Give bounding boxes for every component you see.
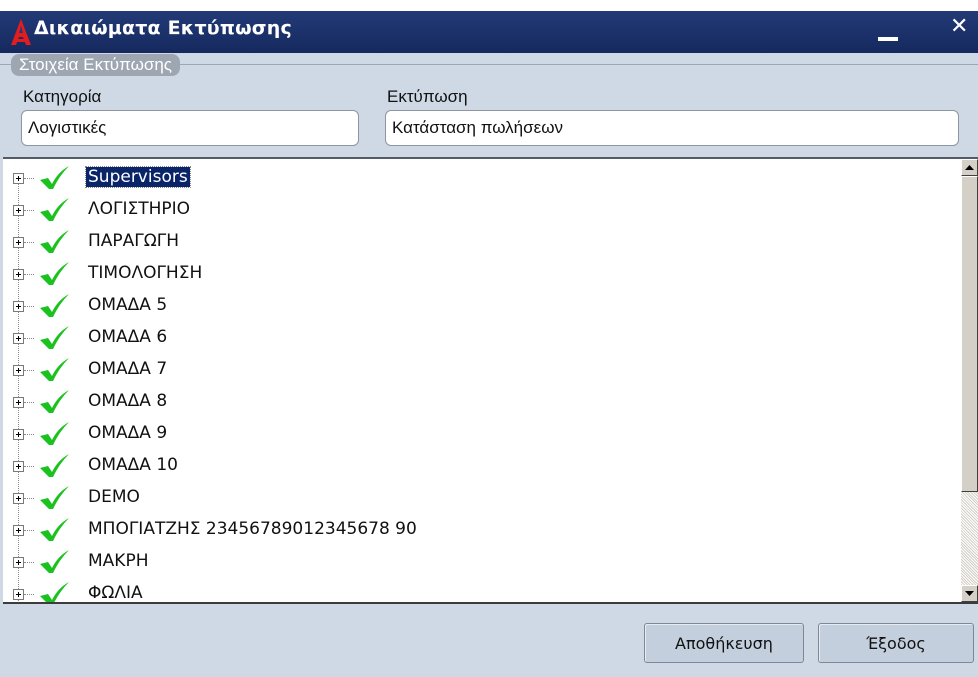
arrow-down-icon [965,591,974,596]
print-field[interactable] [385,110,959,146]
tree-item-label: ΟΜΑΔΑ 5 [88,295,168,315]
tree-item[interactable]: ΟΜΑΔΑ 9 [3,418,953,450]
tree-branch-line [24,530,34,531]
tree-item-label: ΟΜΑΔΑ 7 [88,359,168,379]
tree-branch-line [24,594,34,595]
print-permissions-dialog: Δικαιώματα Εκτύπωσης ✕ Στοιχεία Εκτύπωση… [0,0,978,677]
plus-expander-icon[interactable] [13,429,24,440]
exit-button[interactable]: Έξοδος [818,623,974,663]
checkmark-icon[interactable] [37,261,71,287]
plus-expander-icon[interactable] [13,557,24,568]
save-button[interactable]: Αποθήκευση [644,623,804,663]
app-logo-icon [11,19,31,45]
tree-item-label: ΟΜΑΔΑ 6 [88,327,168,347]
scroll-track[interactable] [961,492,978,585]
scroll-thumb[interactable] [961,176,978,492]
close-button[interactable]: ✕ [950,14,978,44]
title-bar[interactable]: Δικαιώματα Εκτύπωσης ✕ [0,0,978,53]
plus-expander-icon[interactable] [13,173,24,184]
tree-item-label: ΟΜΑΔΑ 8 [88,391,168,411]
checkmark-icon[interactable] [37,357,71,383]
tree-item[interactable]: DEMO [3,482,953,514]
tree-item-label: ΛΟΓΙΣΤΗΡΙΟ [88,199,191,219]
tree-item[interactable]: ΛΟΓΙΣΤΗΡΙΟ [3,194,953,226]
arrow-up-icon [965,165,974,170]
minimize-button[interactable] [868,17,908,45]
tree-branch-line [24,562,34,563]
scroll-down-button[interactable] [961,585,978,602]
checkmark-icon[interactable] [37,293,71,319]
category-label: Κατηγορία [23,87,102,106]
checkmark-icon[interactable] [37,197,71,223]
tree-item[interactable]: ΤΙΜΟΛΟΓΗΣΗ [3,258,953,290]
tree-branch-line [24,210,34,211]
tree-item-label: DEMO [88,487,140,507]
tree-item[interactable]: ΠΑΡΑΓΩΓΗ [3,226,953,258]
tree-item[interactable]: ΟΜΑΔΑ 7 [3,354,953,386]
checkmark-icon[interactable] [37,165,71,191]
tree-branch-line [24,306,34,307]
checkmark-icon[interactable] [37,581,71,604]
checkmark-icon[interactable] [37,389,71,415]
checkmark-icon[interactable] [37,453,71,479]
group-title: Στοιχεία Εκτύπωσης [11,54,180,76]
tree-item-label: ΟΜΑΔΑ 9 [88,423,168,443]
window-title: Δικαιώματα Εκτύπωσης [34,17,292,39]
tree-item-label: ΟΜΑΔΑ 10 [88,455,178,475]
plus-expander-icon[interactable] [13,461,24,472]
plus-expander-icon[interactable] [13,301,24,312]
user-group-tree[interactable]: Supervisors ΛΟΓΙΣΤΗΡΙΟ ΠΑΡΑΓΩΓΗ ΤΙΜΟΛΟΓΗΣΗ Ο… [3,157,978,604]
plus-expander-icon[interactable] [13,397,24,408]
scroll-up-button[interactable] [961,159,978,176]
category-field[interactable] [21,110,359,146]
print-label: Εκτύπωση [387,87,468,106]
plus-expander-icon[interactable] [13,365,24,376]
tree-branch-line [24,274,34,275]
plus-expander-icon[interactable] [13,269,24,280]
tree-branch-line [24,498,34,499]
tree-item[interactable]: ΜΑΚΡΗ [3,546,953,578]
checkmark-icon[interactable] [37,421,71,447]
plus-expander-icon[interactable] [13,589,24,600]
tree-item-label: ΜΑΚΡΗ [88,551,149,571]
tree-item[interactable]: ΟΜΑΔΑ 10 [3,450,953,482]
checkmark-icon[interactable] [37,549,71,575]
tree-branch-line [24,402,34,403]
checkmark-icon[interactable] [37,517,71,543]
tree-item-label: ΜΠΟΓΙΑΤΖΗΣ 23456789012345678 90 [88,519,417,539]
tree-branch-line [24,178,34,179]
tree-item[interactable]: ΟΜΑΔΑ 6 [3,322,953,354]
plus-expander-icon[interactable] [13,333,24,344]
tree-item[interactable]: ΦΩΛΙΑ [3,578,953,604]
tree-item-label: ΦΩΛΙΑ [88,583,143,603]
tree-branch-line [24,242,34,243]
tree-item[interactable]: ΟΜΑΔΑ 5 [3,290,953,322]
plus-expander-icon[interactable] [13,525,24,536]
tree-item-label: ΤΙΜΟΛΟΓΗΣΗ [88,263,203,283]
tree-item-label: Supervisors [85,166,191,188]
tree-item[interactable]: ΜΠΟΓΙΑΤΖΗΣ 23456789012345678 90 [3,514,953,546]
checkmark-icon[interactable] [37,485,71,511]
tree-branch-line [24,338,34,339]
checkmark-icon[interactable] [37,229,71,255]
vertical-scrollbar[interactable] [961,159,978,602]
plus-expander-icon[interactable] [13,493,24,504]
tree-item-label: ΠΑΡΑΓΩΓΗ [88,231,180,251]
tree-branch-line [24,466,34,467]
tree-item[interactable]: ΟΜΑΔΑ 8 [3,386,953,418]
plus-expander-icon[interactable] [13,205,24,216]
checkmark-icon[interactable] [37,325,71,351]
tree-branch-line [24,434,34,435]
plus-expander-icon[interactable] [13,237,24,248]
tree-item[interactable]: Supervisors [3,162,953,194]
tree-branch-line [24,370,34,371]
